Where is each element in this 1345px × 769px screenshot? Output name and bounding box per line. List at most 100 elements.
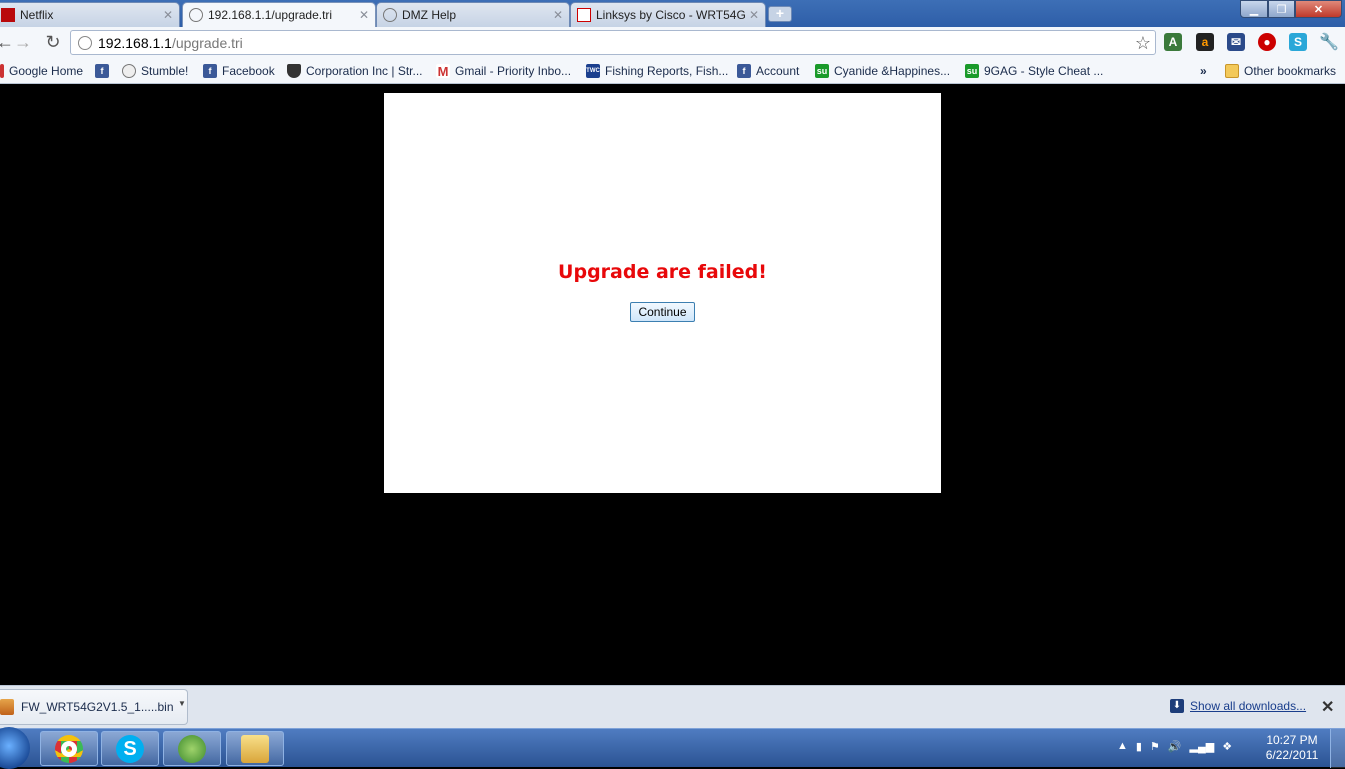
- tab-linksys[interactable]: Linksys by Cisco - WRT54G ✕: [570, 2, 766, 27]
- bookmark-stumble[interactable]: Stumble!: [122, 62, 188, 80]
- tab-title: Linksys by Cisco - WRT54G: [596, 8, 745, 22]
- page-icon: [78, 35, 92, 50]
- wrench-icon[interactable]: 🔧: [1319, 33, 1339, 51]
- action-center-flag-icon[interactable]: ⚑: [1150, 740, 1160, 753]
- download-filename: FW_WRT54G2V1.5_1.....bin: [21, 700, 174, 714]
- globe-icon: [189, 8, 203, 22]
- bookmark-fishing[interactable]: TWC Fishing Reports, Fish...: [586, 62, 728, 80]
- close-icon[interactable]: ✕: [749, 8, 759, 22]
- clock[interactable]: 10:27 PM 6/22/2011: [1262, 733, 1322, 763]
- mail-icon[interactable]: ✉: [1227, 33, 1245, 51]
- close-icon[interactable]: ✕: [359, 8, 369, 22]
- tray-expand-icon[interactable]: ▲: [1117, 740, 1128, 753]
- globe-icon: [122, 64, 136, 78]
- bookmark-google-home[interactable]: Google Home: [0, 62, 83, 80]
- clock-date: 6/22/2011: [1265, 748, 1319, 762]
- bookmark-label: Facebook: [222, 64, 275, 78]
- stumbleupon-icon: su: [965, 64, 979, 78]
- reload-button[interactable]: ↻: [42, 31, 64, 53]
- facebook-icon: f: [737, 64, 751, 78]
- chrome-icon: [55, 734, 83, 763]
- tab-title: DMZ Help: [402, 8, 457, 22]
- tab-strip: Netflix ✕ 192.168.1.1/upgrade.tri ✕ DMZ …: [0, 0, 1345, 27]
- gmail-icon: M: [436, 63, 450, 79]
- tab-title: 192.168.1.1/upgrade.tri: [208, 8, 333, 22]
- taskbar-messenger[interactable]: [163, 731, 221, 766]
- bookmark-cyanide[interactable]: su Cyanide &Happines...: [815, 62, 950, 80]
- bookmark-corporation[interactable]: Corporation Inc | Str...: [287, 62, 423, 80]
- show-all-downloads-link[interactable]: Show all downloads...: [1190, 699, 1306, 713]
- facebook-icon: f: [203, 64, 217, 78]
- skype-extension-icon[interactable]: S: [1289, 33, 1307, 51]
- url-host: 192.168.1.1: [98, 34, 172, 51]
- taskbar-explorer[interactable]: [226, 731, 284, 766]
- volume-icon[interactable]: 🔊: [1168, 740, 1182, 753]
- cisco-icon: [577, 8, 591, 22]
- stumbleupon-icon: su: [815, 64, 829, 78]
- taskbar: S ▲ ▮ ⚑ 🔊 ▂▄▆ ❖ 10:27 PM 6/22/2011: [0, 727, 1345, 769]
- bookmarks-bar: Google Home f Stumble! f Facebook Corpor…: [0, 58, 1345, 84]
- close-shelf-button[interactable]: ✕: [1321, 697, 1334, 717]
- bookmark-label: Corporation Inc | Str...: [306, 64, 423, 78]
- amazon-icon[interactable]: a: [1196, 33, 1214, 51]
- download-shelf: FW_WRT54G2V1.5_1.....bin ▼ ⬇ Show all do…: [0, 685, 1345, 728]
- download-menu-arrow-icon[interactable]: ▼: [178, 699, 186, 708]
- facebook-icon: f: [95, 64, 109, 78]
- bookmark-label: Google Home: [9, 64, 84, 78]
- bookmark-star-icon[interactable]: ☆: [1135, 33, 1151, 54]
- tab-title: Netflix: [20, 8, 54, 22]
- error-message: Upgrade are failed!: [558, 261, 767, 283]
- bookmark-account[interactable]: f Account: [737, 62, 799, 80]
- bookmarks-overflow-chevron-icon[interactable]: »: [1200, 62, 1207, 80]
- bookmark-label: Gmail - Priority Inbo...: [455, 64, 572, 78]
- taskbar-skype[interactable]: S: [101, 731, 159, 766]
- bookmark-label: Account: [756, 64, 800, 78]
- folder-icon: [241, 734, 269, 763]
- bookmark-facebook[interactable]: f Facebook: [203, 62, 275, 80]
- start-button[interactable]: [0, 727, 30, 769]
- folder-icon: [1225, 64, 1239, 78]
- close-icon[interactable]: ✕: [553, 8, 563, 22]
- other-bookmarks-label: Other bookmarks: [1244, 64, 1337, 78]
- messenger-icon: [178, 734, 206, 763]
- other-bookmarks[interactable]: Other bookmarks: [1225, 62, 1336, 80]
- file-icon: [0, 699, 14, 715]
- battery-icon[interactable]: ▮: [1136, 740, 1142, 753]
- address-bar[interactable]: 192.168.1.1/upgrade.tri ☆: [70, 30, 1156, 55]
- shield-icon: [287, 64, 301, 78]
- minimize-button[interactable]: ▁: [1240, 0, 1268, 18]
- system-tray: ▲ ▮ ⚑ 🔊 ▂▄▆ ❖: [1117, 740, 1232, 753]
- download-icon: ⬇: [1170, 699, 1184, 713]
- network-icon[interactable]: ▂▄▆: [1190, 740, 1215, 753]
- show-desktop-button[interactable]: [1330, 729, 1345, 768]
- netflix-icon: [1, 8, 15, 22]
- close-icon[interactable]: ✕: [163, 8, 173, 22]
- taskbar-chrome[interactable]: [40, 731, 98, 766]
- twc-icon: TWC: [586, 64, 600, 78]
- translate-icon[interactable]: A: [1164, 33, 1182, 51]
- bookmark-label: Fishing Reports, Fish...: [605, 64, 729, 78]
- bookmark-label: Stumble!: [141, 64, 189, 78]
- adblock-icon[interactable]: ●: [1258, 33, 1276, 51]
- download-item[interactable]: FW_WRT54G2V1.5_1.....bin: [0, 689, 188, 725]
- show-all-downloads[interactable]: ⬇ Show all downloads...: [1170, 699, 1306, 713]
- dropbox-icon[interactable]: ❖: [1222, 740, 1232, 753]
- tab-upgrade[interactable]: 192.168.1.1/upgrade.tri ✕: [182, 2, 376, 27]
- google-icon: [0, 64, 4, 78]
- new-tab-button[interactable]: +: [768, 6, 792, 22]
- bookmark-gmail[interactable]: M Gmail - Priority Inbo...: [436, 62, 571, 80]
- bookmark-label: 9GAG - Style Cheat ...: [984, 64, 1104, 78]
- url-path: /upgrade.tri: [171, 34, 243, 51]
- upgrade-panel: Upgrade are failed! Continue: [384, 93, 941, 493]
- window-close-button[interactable]: ✕: [1295, 0, 1342, 18]
- forward-button[interactable]: →: [12, 31, 34, 53]
- maximize-button[interactable]: ❐: [1268, 0, 1295, 18]
- bookmark-facebook-plain[interactable]: f: [95, 62, 114, 80]
- tab-dmz-help[interactable]: DMZ Help ✕: [376, 2, 570, 27]
- bookmark-label: Cyanide &Happines...: [834, 64, 951, 78]
- page-content: Upgrade are failed! Continue: [0, 85, 1345, 685]
- skype-icon: S: [116, 734, 144, 763]
- continue-button[interactable]: Continue: [630, 302, 695, 322]
- tab-netflix[interactable]: Netflix ✕: [0, 2, 180, 27]
- bookmark-9gag[interactable]: su 9GAG - Style Cheat ...: [965, 62, 1103, 80]
